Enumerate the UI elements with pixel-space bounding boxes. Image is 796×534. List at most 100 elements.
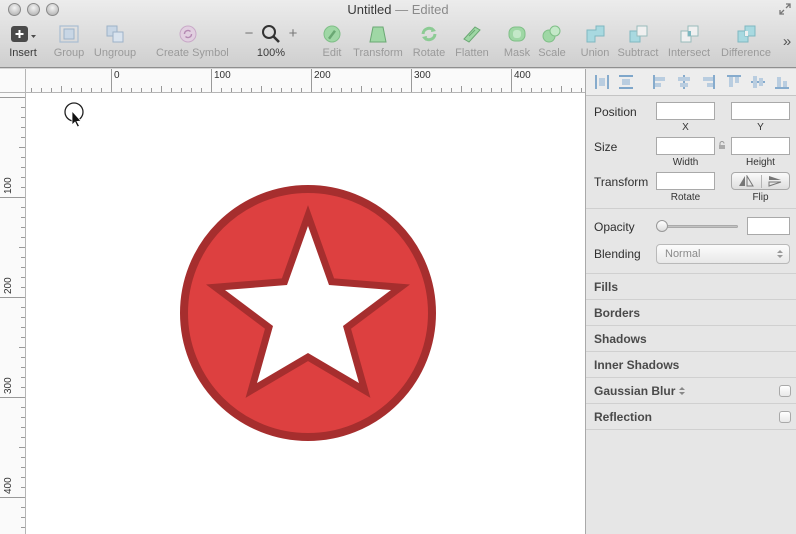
alignment-bar: [586, 69, 796, 96]
width-field[interactable]: [656, 137, 715, 155]
ruler-label: 400: [514, 70, 531, 81]
edit-button[interactable]: Edit: [320, 24, 344, 64]
gaussian-blur-section[interactable]: Gaussian Blur: [586, 377, 796, 403]
ruler-tick: [21, 217, 25, 218]
union-button[interactable]: Union: [581, 24, 609, 64]
flip-vertical-icon[interactable]: [767, 175, 783, 187]
intersect-button[interactable]: Intersect: [668, 24, 710, 64]
ruler-tick: [21, 187, 25, 188]
ruler-tick: [21, 157, 25, 158]
ruler-tick: [21, 277, 25, 278]
fullscreen-icon[interactable]: [779, 3, 791, 15]
ruler-tick: [551, 88, 552, 92]
align-middle-vertical-icon[interactable]: [750, 74, 766, 90]
x-label: X: [682, 122, 689, 133]
align-center-horizontal-icon[interactable]: [676, 74, 692, 90]
position-x-field[interactable]: [656, 102, 715, 120]
opacity-slider-track[interactable]: [658, 225, 738, 228]
ruler-tick: [21, 317, 25, 318]
ruler-tick: [291, 88, 292, 92]
star-badge-shape[interactable]: [180, 185, 436, 441]
vertical-ruler[interactable]: 100 200 300 400: [0, 93, 26, 534]
opacity-label: Opacity: [594, 220, 635, 234]
magnifier-icon: [262, 25, 280, 43]
ruler-tick: [21, 487, 25, 488]
ruler-tick: [19, 347, 25, 348]
symbol-icon: [179, 25, 197, 43]
align-right-icon[interactable]: [700, 74, 716, 90]
ruler-tick: [0, 97, 25, 98]
lock-icon[interactable]: [718, 141, 727, 150]
shadows-section[interactable]: Shadows: [586, 325, 796, 351]
zoom-in-button[interactable]: +: [287, 24, 299, 64]
ruler-tick: [0, 297, 25, 298]
ruler-tick: [21, 287, 25, 288]
ruler-tick: [21, 127, 25, 128]
blur-type-arrows-icon[interactable]: [679, 386, 685, 396]
ruler-tick: [21, 527, 25, 528]
gaussian-blur-checkbox[interactable]: [779, 385, 791, 397]
union-icon: [586, 25, 605, 43]
ruler-tick: [21, 387, 25, 388]
ruler-tick: [171, 88, 172, 92]
mouse-cursor-icon: [64, 102, 84, 128]
window-title: Untitled — Edited: [347, 2, 449, 17]
insert-button[interactable]: Insert: [8, 24, 38, 64]
rotate-button[interactable]: Rotate: [413, 24, 445, 64]
blending-label: Blending: [594, 247, 641, 261]
align-left-icon[interactable]: [652, 74, 668, 90]
blending-select[interactable]: Normal: [656, 244, 790, 264]
reflection-section[interactable]: Reflection: [586, 403, 796, 429]
scale-button[interactable]: Scale: [538, 24, 566, 64]
flatten-button[interactable]: Flatten: [455, 24, 489, 64]
fills-section[interactable]: Fills: [586, 273, 796, 299]
ruler-tick: [531, 88, 532, 92]
align-top-icon[interactable]: [726, 74, 742, 90]
toolbar-overflow-button[interactable]: »: [780, 24, 794, 64]
distribute-horizontal-icon[interactable]: [594, 74, 610, 90]
reflection-checkbox[interactable]: [779, 411, 791, 423]
ruler-tick: [241, 88, 242, 92]
ruler-tick: [71, 88, 72, 92]
transform-button[interactable]: Transform: [353, 24, 403, 64]
borders-section[interactable]: Borders: [586, 299, 796, 325]
height-label: Height: [746, 157, 775, 168]
height-field[interactable]: [731, 137, 790, 155]
subtract-button[interactable]: Subtract: [618, 24, 658, 64]
ruler-tick: [31, 88, 32, 92]
ruler-label: 200: [3, 277, 14, 294]
create-symbol-button[interactable]: Create Symbol: [156, 24, 229, 64]
edit-icon: [323, 25, 341, 43]
ruler-tick: [21, 177, 25, 178]
ruler-tick: [21, 507, 25, 508]
difference-button[interactable]: Difference: [721, 24, 771, 64]
ruler-tick: [19, 447, 25, 448]
opacity-field[interactable]: [747, 217, 790, 235]
zoom-control[interactable]: 100%: [257, 24, 285, 64]
ruler-tick: [441, 88, 442, 92]
flip-control[interactable]: [731, 172, 790, 190]
ruler-tick: [21, 227, 25, 228]
horizontal-ruler[interactable]: 0 100 200 300 400: [26, 69, 585, 93]
width-label: Width: [672, 157, 699, 168]
distribute-vertical-icon[interactable]: [618, 74, 634, 90]
flip-horizontal-icon[interactable]: [738, 175, 754, 187]
position-y-field[interactable]: [731, 102, 790, 120]
canvas[interactable]: [26, 93, 585, 534]
ruler-tick: [141, 88, 142, 92]
ruler-label: 200: [314, 70, 331, 81]
ruler-tick: [21, 467, 25, 468]
ruler-tick: [101, 88, 102, 92]
group-button[interactable]: Group: [54, 24, 84, 64]
align-bottom-icon[interactable]: [774, 74, 790, 90]
opacity-slider-thumb[interactable]: [656, 220, 668, 232]
ruler-tick: [191, 88, 192, 92]
ruler-tick: [181, 88, 182, 92]
ungroup-button[interactable]: Ungroup: [94, 24, 136, 64]
ruler-tick: [331, 88, 332, 92]
rotate-field[interactable]: [656, 172, 715, 190]
ruler-tick: [21, 477, 25, 478]
ruler-tick: [161, 86, 162, 92]
inner-shadows-section[interactable]: Inner Shadows: [586, 351, 796, 377]
ruler-tick: [221, 88, 222, 92]
